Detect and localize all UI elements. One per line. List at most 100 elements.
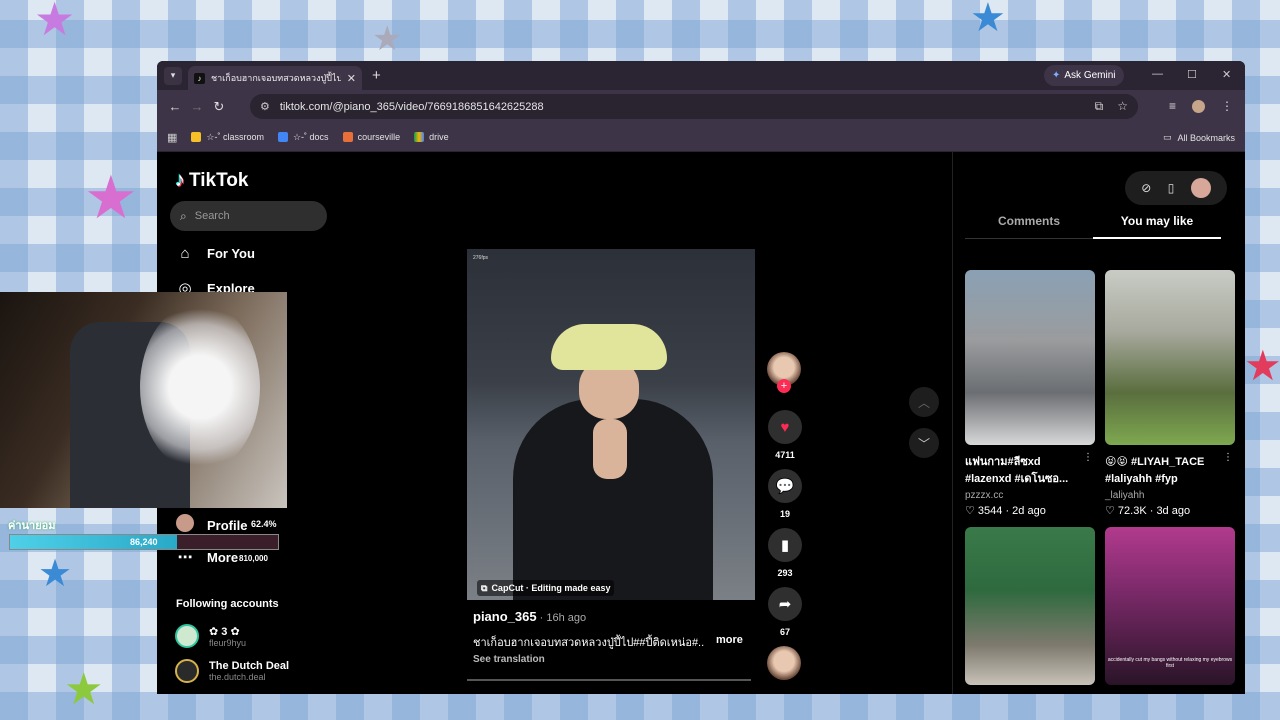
all-bookmarks-button[interactable]: ▭ All Bookmarks <box>1163 132 1235 143</box>
save-action[interactable]: ▮ 293 <box>767 528 803 578</box>
profile-avatar-icon <box>175 514 195 536</box>
comment-icon[interactable]: 💬 <box>768 469 802 503</box>
tab-groups-icon[interactable]: ≡ <box>1169 99 1176 113</box>
url-text: tiktok.com/@piano_365/video/766918685164… <box>279 100 544 113</box>
address-bar[interactable]: ⚙ tiktok.com/@piano_365/video/7669186851… <box>250 94 1138 119</box>
sound-avatar[interactable] <box>767 646 801 680</box>
recommended-card[interactable]: accidentally cut my bangs without relaxi… <box>1105 527 1235 685</box>
scroll-down-button[interactable]: ﹀ <box>909 428 939 458</box>
see-translation-link[interactable]: See translation <box>473 654 545 665</box>
card-thumbnail[interactable] <box>1105 270 1235 445</box>
card-thumbnail[interactable] <box>965 270 1095 445</box>
share-action[interactable]: ➦ 67 <box>767 587 803 637</box>
webcam-overlay <box>0 292 287 508</box>
capcut-icon: ⧉ <box>481 582 488 593</box>
follow-plus-icon[interactable]: + <box>777 379 791 393</box>
account-name: ✿ 3 ✿ <box>209 625 240 638</box>
bookmark-star-icon[interactable]: ☆ <box>1117 99 1128 114</box>
tab-you-may-like[interactable]: You may like <box>1093 214 1221 239</box>
goal-value: 86,240 <box>130 537 158 547</box>
card-menu-icon[interactable]: ⋮ <box>1223 452 1233 463</box>
home-icon: ⌂ <box>180 245 190 262</box>
goal-percent: 62.4% <box>251 519 277 529</box>
heart-icon[interactable]: ♥ <box>768 410 802 444</box>
tab-close-icon[interactable]: ✕ <box>347 72 356 85</box>
tab-comments[interactable]: Comments <box>965 214 1093 239</box>
nav-more[interactable]: ⋯ More <box>175 548 239 566</box>
more-dots-icon: ⋯ <box>177 549 193 566</box>
recommended-card[interactable] <box>965 527 1095 685</box>
forward-icon[interactable]: → <box>186 99 208 114</box>
logo-text: TikTok <box>189 169 249 191</box>
capcut-watermark[interactable]: ⧉ CapCut · Editing made easy <box>477 580 615 596</box>
device-icon[interactable]: ▯ <box>1168 181 1175 195</box>
thumbnail-overlay-text: accidentally cut my bangs without relaxi… <box>1107 657 1233 669</box>
account-handle: the.dutch.deal <box>209 672 266 682</box>
account-handle: fleur9hyu <box>209 637 247 648</box>
bookmark-classroom[interactable]: ☆-˚ classroom <box>191 132 264 143</box>
card-user: pzzzx.cc <box>965 490 1004 501</box>
card-menu-icon[interactable]: ⋮ <box>1083 452 1093 463</box>
minimize-icon[interactable]: — <box>1152 68 1163 80</box>
bookmark-label: courseville <box>357 132 401 142</box>
comment-count: 19 <box>779 509 790 519</box>
bookmark-label: drive <box>429 132 449 142</box>
ask-gemini-button[interactable]: ✦ Ask Gemini <box>1044 65 1124 86</box>
user-avatar[interactable] <box>1190 178 1211 198</box>
video-progress-bar[interactable] <box>467 679 751 681</box>
nav-for-you[interactable]: ⌂ For You <box>175 245 254 262</box>
close-window-icon[interactable]: ✕ <box>1222 68 1231 81</box>
menu-icon[interactable]: ⋮ <box>1221 99 1233 113</box>
bookmarks-bar: ▦ ☆-˚ classroom ☆-˚ docs courseville dri… <box>157 123 1245 152</box>
video-time: · 16h ago <box>536 612 587 624</box>
card-thumbnail[interactable]: accidentally cut my bangs without relaxi… <box>1105 527 1235 685</box>
caption-more-button[interactable]: more <box>716 634 743 646</box>
following-account[interactable]: ✿ 3 ✿ fleur9hyu <box>175 624 246 648</box>
tiktok-logo[interactable]: ♪ TikTok <box>175 169 248 192</box>
gemini-icon: ✦ <box>1052 70 1061 81</box>
nav-label: More <box>207 549 239 565</box>
tiktok-favicon-icon: ♪ <box>194 72 205 84</box>
card-meta: ♡ 72.3K · 3d ago <box>1105 505 1191 517</box>
bookmark-label: ☆-˚ docs <box>292 131 329 142</box>
reload-icon[interactable]: ↻ <box>208 99 230 115</box>
ask-gemini-label: Ask Gemini <box>1064 70 1116 81</box>
recommended-card[interactable]: แฟนกาม#ลีซxd #lazenxd #เดโนซอ... ⋮ pzzzx… <box>965 270 1095 517</box>
card-meta: ♡ 3544 · 2d ago <box>965 505 1046 517</box>
search-input[interactable]: ⌕ Search <box>170 201 327 231</box>
comment-action[interactable]: 💬 19 <box>767 469 803 519</box>
back-icon[interactable]: ← <box>164 99 186 114</box>
goal-progress-bar: 86,240 <box>9 534 279 550</box>
compass-icon[interactable]: ⊘ <box>1141 181 1151 195</box>
like-action[interactable]: ♥ 4711 <box>767 410 803 460</box>
save-count: 293 <box>777 568 793 578</box>
video-author[interactable]: piano_365 · 16h ago <box>473 609 586 624</box>
nav-profile[interactable]: Profile <box>175 514 247 536</box>
bookmark-courseville[interactable]: courseville <box>342 132 401 142</box>
maximize-icon[interactable]: ☐ <box>1187 68 1197 81</box>
scroll-up-button[interactable]: ︿ <box>909 387 939 417</box>
bookmark-icon[interactable]: ▮ <box>768 528 802 562</box>
video-character-hat <box>551 324 667 370</box>
tab-search-button[interactable]: ▾ <box>164 66 182 85</box>
bookmark-drive[interactable]: drive <box>414 132 449 142</box>
red-star-decoration: ★ <box>1244 342 1280 389</box>
browser-toolbar: ← → ↻ ⚙ tiktok.com/@piano_365/video/7669… <box>157 90 1245 123</box>
apps-icon[interactable]: ▦ <box>167 131 177 144</box>
following-account[interactable]: The Dutch Deal the.dutch.deal <box>175 659 289 683</box>
video-player[interactable]: 276fps ⧉ CapCut · Editing made easy <box>467 249 755 600</box>
new-tab-icon[interactable]: + <box>372 67 381 84</box>
bookmark-docs[interactable]: ☆-˚ docs <box>277 131 329 143</box>
profile-avatar-icon[interactable] <box>1192 99 1205 113</box>
tab-title: ชาเก็อบฮากเจอบทสวดหลวงปู่ปี้ไป#ปี้ <box>211 73 341 83</box>
browser-window: ▾ ♪ ชาเก็อบฮากเจอบทสวดหลวงปู่ปี้ไป#ปี้ ✕… <box>157 61 1245 694</box>
creator-avatar[interactable]: + <box>767 352 801 393</box>
share-icon[interactable]: ➦ <box>768 587 802 621</box>
site-info-icon[interactable]: ⚙ <box>260 100 270 113</box>
card-thumbnail[interactable] <box>965 527 1095 685</box>
browser-tab[interactable]: ♪ ชาเก็อบฮากเจอบทสวดหลวงปู่ปี้ไป#ปี้ ✕ <box>188 66 362 90</box>
install-icon[interactable]: ⧉ <box>1095 99 1104 114</box>
tiktok-note-icon: ♪ <box>175 169 185 191</box>
nav-label: Profile <box>207 517 248 533</box>
recommended-card[interactable]: 😝😝 #LIYAH_TACE #laliyahh #fyp ⋮ _laliyah… <box>1105 270 1235 517</box>
